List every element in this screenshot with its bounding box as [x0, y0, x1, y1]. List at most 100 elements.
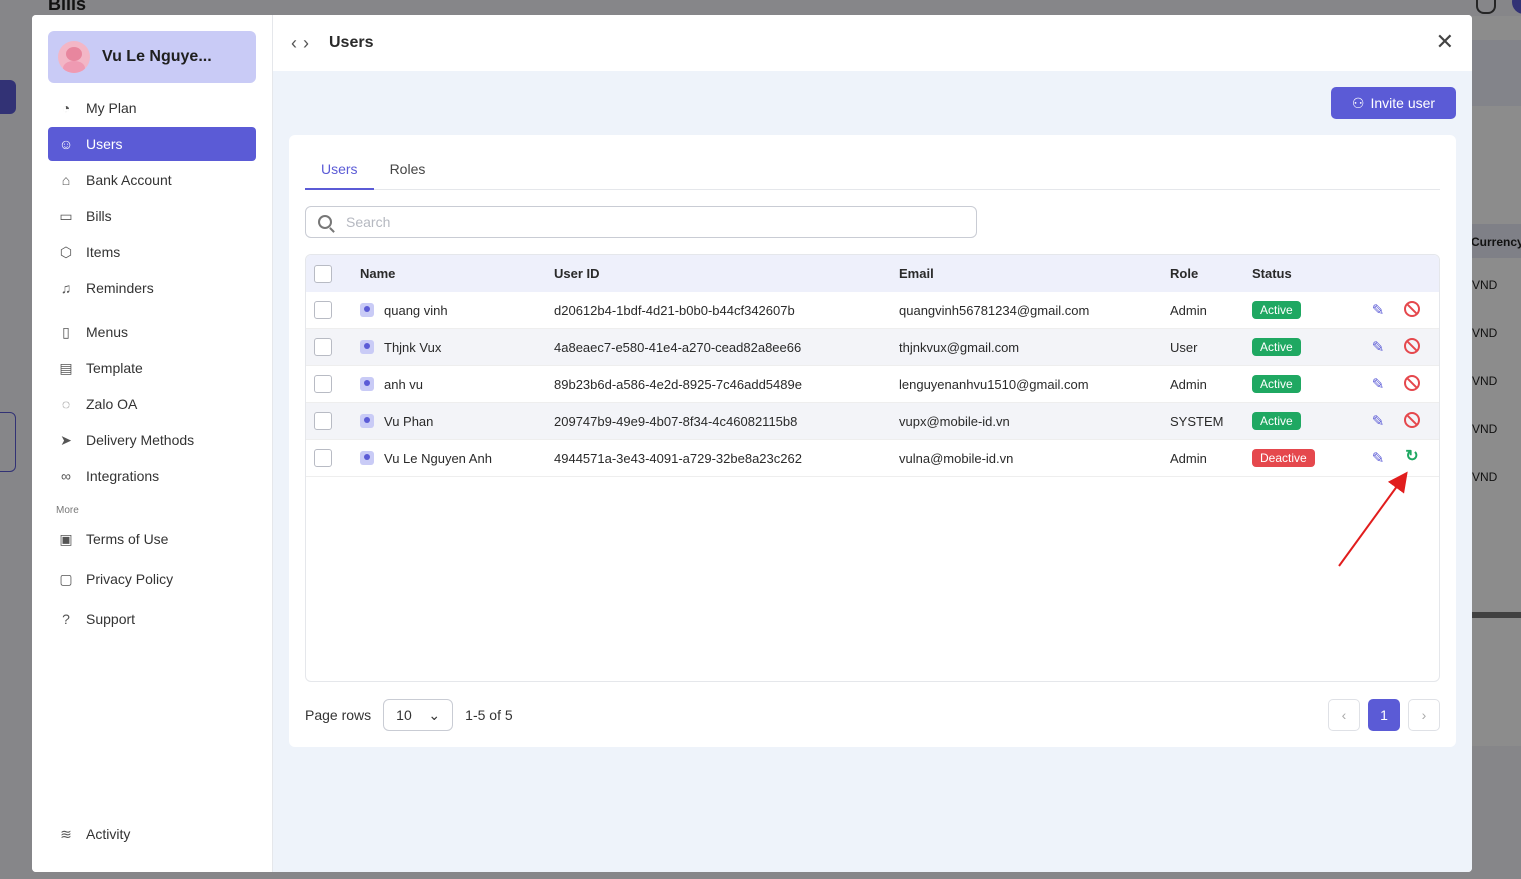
sidebar-item-label: Terms of Use	[86, 531, 169, 547]
row-checkbox[interactable]	[314, 449, 332, 467]
sidebar-item-terms-of-use[interactable]: ▣ Terms of Use	[48, 522, 256, 556]
edit-icon[interactable]: ✎	[1370, 301, 1386, 319]
sidebar-item-items[interactable]: ⬡ Items	[48, 235, 256, 269]
deactivate-icon[interactable]	[1404, 412, 1420, 428]
users-card: Users Roles Name User ID Email Role Stat…	[289, 135, 1456, 747]
sidebar-item-reminders[interactable]: ♫ Reminders	[48, 271, 256, 305]
edit-icon[interactable]: ✎	[1370, 375, 1386, 393]
table-footer: Page rows 10 ⌄ 1-5 of 5 ‹ 1 ›	[305, 699, 1440, 731]
sidebar-item-bank-account[interactable]: ⌂ Bank Account	[48, 163, 256, 197]
layers-icon: ≋	[60, 825, 72, 842]
page-rows-label: Page rows	[305, 707, 372, 723]
row-checkbox[interactable]	[314, 338, 332, 356]
edit-icon[interactable]: ✎	[1370, 338, 1386, 356]
user-icon	[360, 451, 374, 465]
user-name: Vu Le Nguyen Anh	[384, 450, 492, 466]
sidebar-item-label: Users	[86, 136, 123, 152]
sidebar-item-label: Support	[86, 611, 136, 627]
row-checkbox[interactable]	[314, 301, 332, 319]
tab-users[interactable]: Users	[305, 155, 374, 190]
table-row[interactable]: quang vinh d20612b4-1bdf-4d21-b0b0-b44cf…	[306, 292, 1439, 329]
sidebar-item-support[interactable]: ? Support	[48, 602, 256, 636]
next-page-button[interactable]: ›	[1408, 699, 1440, 731]
column-header-email: Email	[899, 266, 934, 281]
sidebar-item-menus[interactable]: ▯ Menus	[48, 315, 256, 349]
page-rows-select[interactable]: 10 ⌄	[383, 699, 454, 731]
page-range: 1-5 of 5	[465, 707, 513, 723]
search-input[interactable]	[346, 214, 946, 230]
sidebar-item-label: Template	[86, 360, 143, 376]
status-badge: Deactive	[1252, 449, 1315, 467]
sidebar-item-my-plan[interactable]: ◔ My Plan	[48, 91, 256, 125]
select-all-checkbox[interactable]	[314, 264, 332, 283]
column-header-name: Name	[360, 266, 396, 281]
page-rows-value: 10	[396, 707, 412, 723]
user-icon	[360, 414, 374, 428]
box-icon: ⬡	[59, 243, 73, 260]
chevron-right-icon: ›	[1421, 707, 1427, 723]
restore-icon[interactable]: ↻	[1404, 449, 1420, 467]
chevron-left-icon[interactable]: ‹	[291, 33, 303, 53]
clipboard-icon: ▣	[59, 530, 73, 547]
search-box	[305, 206, 977, 238]
sidebar-item-template[interactable]: ▤ Template	[48, 351, 256, 385]
nav-arrows[interactable]: ‹›	[291, 33, 315, 54]
user-id: 89b23b6d-a586-4e2d-8925-7c46add5489e	[554, 376, 802, 392]
status-badge: Active	[1252, 375, 1301, 393]
sidebar-item-label: Reminders	[86, 280, 154, 296]
profile-name: Vu Le Nguye...	[102, 48, 212, 65]
user-role: SYSTEM	[1170, 413, 1224, 429]
chevron-right-icon[interactable]: ›	[303, 33, 315, 53]
sidebar-item-label: Bills	[86, 208, 112, 224]
page-button[interactable]: 1	[1368, 699, 1400, 731]
deactivate-icon[interactable]	[1404, 301, 1420, 317]
sidebar-item-zalo-oa[interactable]: ◌ Zalo OA	[48, 387, 256, 421]
table-row[interactable]: anh vu 89b23b6d-a586-4e2d-8925-7c46add54…	[306, 366, 1439, 403]
avatar	[58, 41, 90, 73]
bank-icon: ⌂	[61, 172, 71, 188]
deactivate-icon[interactable]	[1404, 375, 1420, 391]
table-row[interactable]: Thjnk Vux 4a8eaec7-e580-41e4-a270-cead82…	[306, 329, 1439, 366]
users-table: Name User ID Email Role Status quang vin…	[305, 254, 1440, 682]
sidebar-item-activity[interactable]: ≋ Activity	[48, 817, 256, 851]
column-header-role: Role	[1170, 266, 1199, 281]
pie-chart-icon: ◔	[61, 100, 71, 116]
user-name: quang vinh	[384, 302, 448, 318]
sidebar: Vu Le Nguye... ◔ My Plan ☺ Users ⌂ Bank Acc…	[32, 15, 273, 872]
user-icon	[360, 303, 374, 317]
sidebar-item-bills[interactable]: ▭ Bills	[48, 199, 256, 233]
sidebar-item-label: Privacy Policy	[86, 571, 174, 587]
chevron-left-icon: ‹	[1341, 707, 1347, 723]
invite-user-button[interactable]: ⚇ Invite user	[1331, 87, 1456, 119]
edit-icon[interactable]: ✎	[1370, 449, 1386, 467]
row-checkbox[interactable]	[314, 375, 332, 393]
edit-icon[interactable]: ✎	[1370, 412, 1386, 430]
sidebar-item-label: Delivery Methods	[86, 432, 195, 448]
prev-page-button[interactable]: ‹	[1328, 699, 1360, 731]
user-icon	[360, 340, 374, 354]
row-checkbox[interactable]	[314, 412, 332, 430]
user-role: Admin	[1170, 376, 1207, 392]
sidebar-item-integrations[interactable]: ∞ Integrations	[48, 459, 256, 493]
table-row[interactable]: Vu Le Nguyen Anh 4944571a-3e43-4091-a729…	[306, 440, 1439, 477]
template-icon: ▤	[59, 359, 73, 376]
user-email: vupx@mobile-id.vn	[899, 413, 1010, 429]
close-icon[interactable]: ✕	[1436, 31, 1454, 53]
sidebar-item-label: Activity	[86, 826, 131, 842]
tab-roles[interactable]: Roles	[374, 155, 442, 190]
sidebar-item-users[interactable]: ☺ Users	[48, 127, 256, 161]
sidebar-item-privacy-policy[interactable]: ▢ Privacy Policy	[48, 562, 256, 596]
sidebar-item-label: Items	[86, 244, 121, 260]
user-id: 4a8eaec7-e580-41e4-a270-cead82a8ee66	[554, 339, 802, 355]
user-name: Thjnk Vux	[384, 339, 442, 355]
send-icon: ➤	[60, 431, 72, 448]
chat-icon: ◌	[61, 396, 71, 412]
profile-card[interactable]: Vu Le Nguye...	[48, 31, 256, 83]
page-title: Users	[329, 34, 374, 51]
user-id: d20612b4-1bdf-4d21-b0b0-b44cf342607b	[554, 302, 795, 318]
deactivate-icon[interactable]	[1404, 338, 1420, 354]
help-icon: ?	[62, 611, 70, 627]
sidebar-item-delivery-methods[interactable]: ➤ Delivery Methods	[48, 423, 256, 457]
table-row[interactable]: Vu Phan 209747b9-49e9-4b07-8f34-4c460821…	[306, 403, 1439, 440]
table-header: Name User ID Email Role Status	[306, 255, 1439, 292]
